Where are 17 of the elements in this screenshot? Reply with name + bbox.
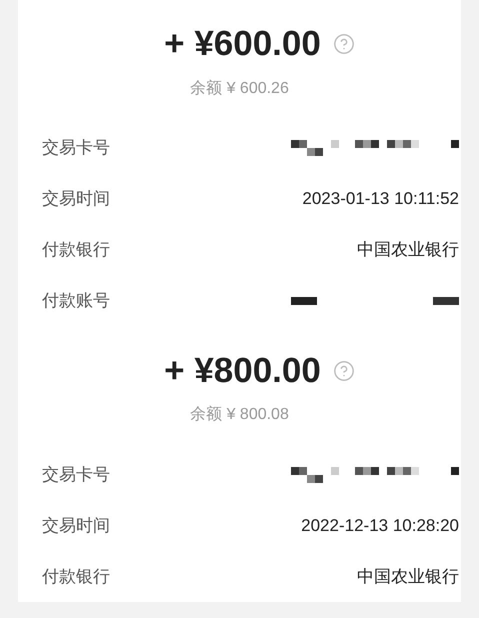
row-value: 中国农业银行 bbox=[357, 239, 459, 262]
row-value: 中国农业银行 bbox=[357, 566, 459, 588]
row-label: 交易卡号 bbox=[42, 137, 110, 160]
amount: + ¥800.00 bbox=[164, 350, 321, 392]
balance-text: 余额 ¥ 800.08 bbox=[190, 404, 289, 425]
help-icon[interactable] bbox=[332, 33, 355, 56]
row-label: 交易时间 bbox=[42, 514, 110, 537]
row-label: 交易时间 bbox=[42, 188, 110, 210]
help-icon[interactable] bbox=[332, 360, 355, 382]
row-label: 付款银行 bbox=[42, 566, 110, 588]
balance-text: 余额 ¥ 600.26 bbox=[190, 78, 289, 98]
row-label: 付款账号 bbox=[42, 290, 110, 312]
row-label: 付款银行 bbox=[42, 239, 110, 262]
amount: + ¥600.00 bbox=[164, 23, 321, 65]
row-value: 2022-12-13 10:28:20 bbox=[301, 514, 459, 537]
row-value: 2023-01-13 10:11:52 bbox=[302, 188, 459, 210]
row-label: 交易卡号 bbox=[42, 464, 110, 486]
